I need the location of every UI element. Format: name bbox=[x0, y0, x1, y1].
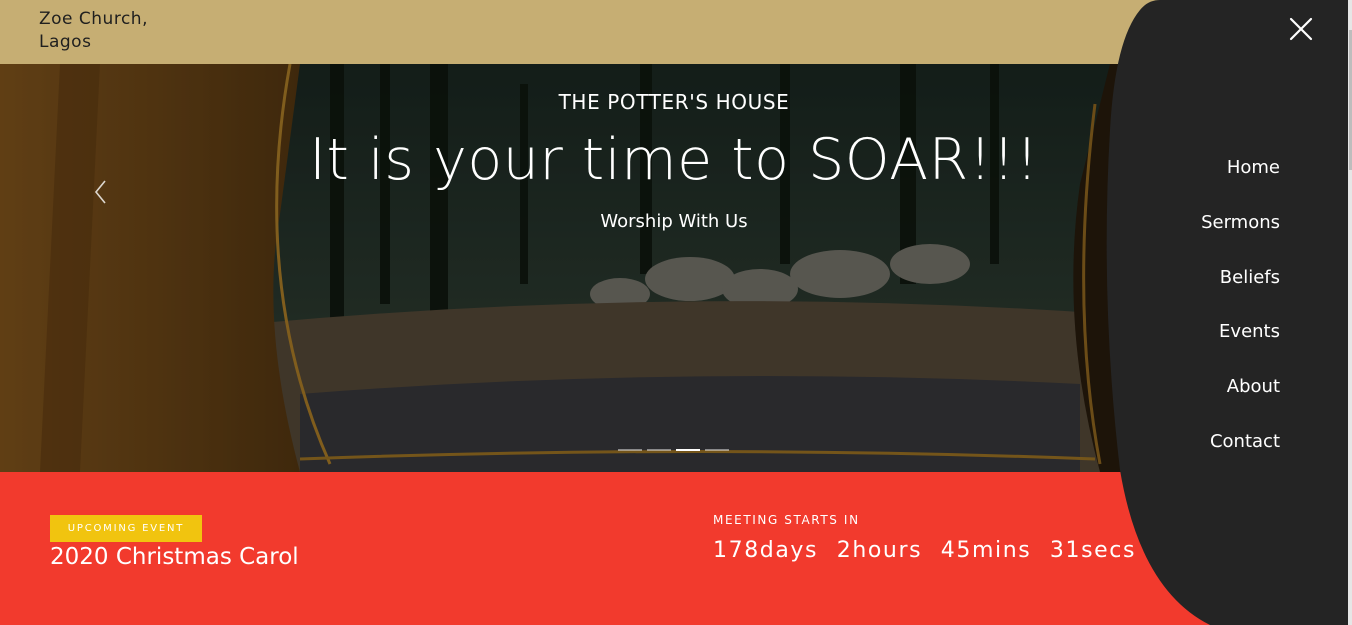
countdown-mins: 45mins bbox=[940, 538, 1032, 563]
menu-item-about[interactable]: About bbox=[1201, 369, 1280, 424]
brand-logo-text[interactable]: Zoe Church, Lagos bbox=[39, 8, 148, 54]
menu-item-home[interactable]: Home bbox=[1201, 150, 1280, 205]
page: Zoe Church, Lagos THE POTTER'S HOUSE It … bbox=[0, 0, 1352, 625]
slide-indicator-1[interactable] bbox=[618, 449, 642, 451]
menu-item-events[interactable]: Events bbox=[1201, 314, 1280, 369]
menu-item-beliefs[interactable]: Beliefs bbox=[1201, 260, 1280, 315]
countdown-hours: 2hours bbox=[836, 538, 923, 563]
menu-item-contact[interactable]: Contact bbox=[1201, 424, 1280, 479]
slider-indicators bbox=[618, 449, 729, 451]
slide-indicator-4[interactable] bbox=[705, 449, 729, 451]
brand-name: Zoe Church, bbox=[39, 9, 148, 29]
upcoming-event-badge: UPCOMING EVENT bbox=[50, 515, 202, 542]
countdown-days: 178days bbox=[713, 538, 819, 563]
event-title[interactable]: 2020 Christmas Carol bbox=[50, 544, 299, 570]
countdown-timer: 178days 2hours 45mins 31secs bbox=[713, 538, 1136, 563]
close-icon[interactable] bbox=[1288, 16, 1314, 42]
meeting-label: MEETING STARTS IN bbox=[713, 513, 860, 527]
slide-indicator-3[interactable] bbox=[676, 449, 700, 451]
brand-city: Lagos bbox=[39, 32, 92, 52]
menu-item-sermons[interactable]: Sermons bbox=[1201, 205, 1280, 260]
slide-indicator-2[interactable] bbox=[647, 449, 671, 451]
chevron-left-icon[interactable] bbox=[90, 176, 112, 208]
side-menu-nav: Home Sermons Beliefs Events About Contact bbox=[1201, 150, 1280, 479]
